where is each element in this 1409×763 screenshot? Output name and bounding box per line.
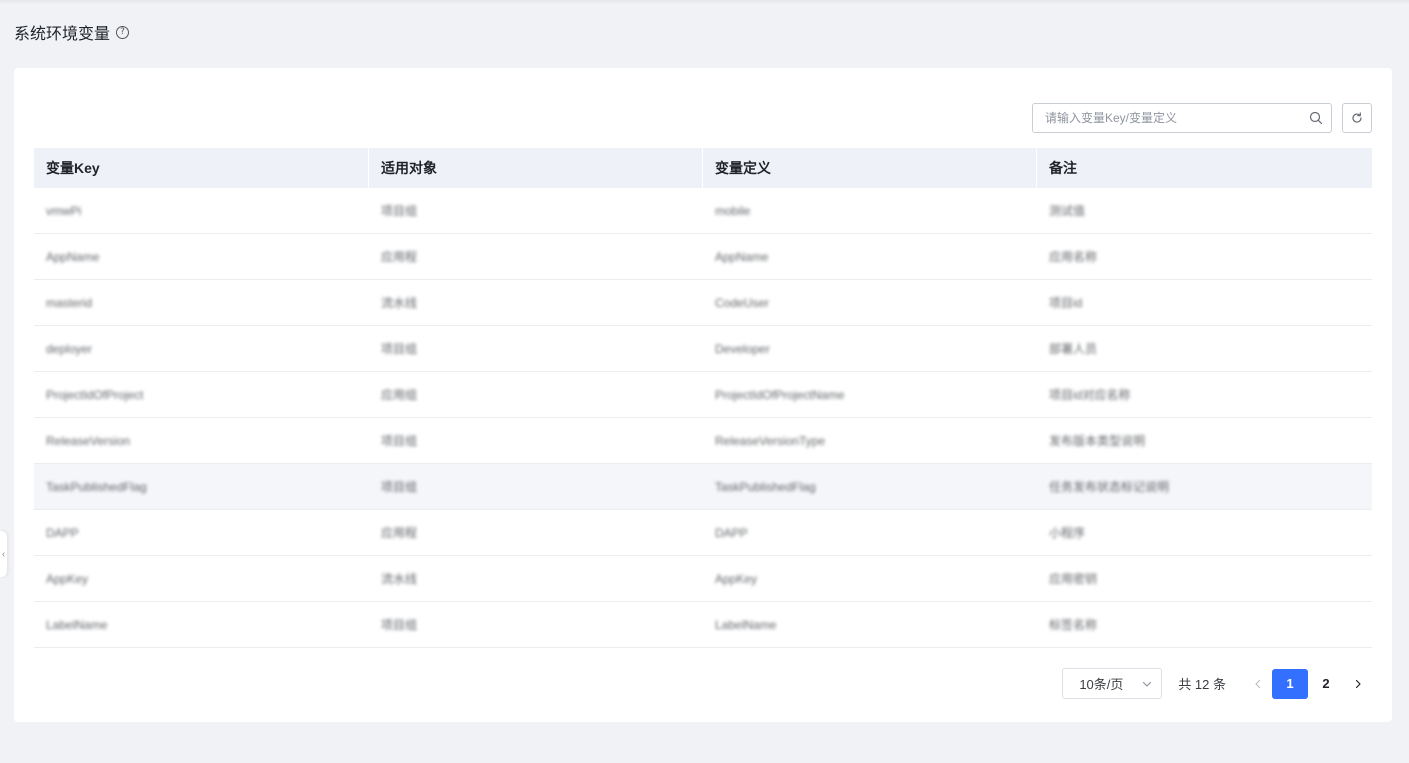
cell-target: 应用程	[381, 526, 418, 540]
cell-target: 项目组	[381, 342, 418, 356]
cell-target: 应用组	[381, 388, 418, 402]
table-body: vmwPi 项目组 mobile 测试值 AppName 应用程 AppName 应用名称 ma…	[34, 188, 1372, 648]
cell-key: AppKey	[46, 571, 89, 586]
cell-remark: 任务发布状态标记说明	[1049, 480, 1170, 494]
cell-remark: 标签名称	[1049, 618, 1098, 632]
chevron-left-icon	[1255, 679, 1261, 688]
pagination: 10条/页 共 12 条 1 2	[1062, 668, 1372, 699]
cell-definition: DAPP	[715, 525, 748, 540]
cell-remark: 测试值	[1049, 204, 1086, 218]
cell-remark: 部署人员	[1049, 342, 1098, 356]
page-button-1[interactable]: 1	[1272, 668, 1308, 699]
cell-key: AppName	[46, 249, 100, 264]
table-row[interactable]: LabelName 项目组 LabelName 标签名称	[34, 602, 1372, 648]
cell-key: DAPP	[46, 525, 79, 540]
cell-target: 项目组	[381, 480, 418, 494]
table-row[interactable]: deployer 项目组 Developer 部署人员	[34, 326, 1372, 372]
cell-key: masterid	[46, 295, 93, 310]
cell-key: deployer	[46, 341, 93, 356]
cell-target: 项目组	[381, 204, 418, 218]
table-header: 变量Key 适用对象 变量定义 备注	[34, 148, 1372, 188]
cell-remark: 项目id对应名称	[1049, 388, 1131, 402]
cell-remark: 应用名称	[1049, 250, 1098, 264]
table-row[interactable]: TaskPublishedFlag 项目组 TaskPublishedFlag 任务发…	[34, 464, 1372, 510]
chevron-down-icon	[1143, 681, 1152, 687]
env-variable-table: 变量Key 适用对象 变量定义 备注 vmwPi 项目组 mobile 测试值 AppN…	[34, 148, 1372, 648]
page-header: 系统环境变量 ?	[14, 21, 130, 43]
table-row[interactable]: ProjectIdOfProject 应用组 ProjectIdOfProjectN…	[34, 372, 1372, 418]
cell-remark: 项目id	[1049, 296, 1083, 310]
question-circle-icon[interactable]: ?	[116, 25, 130, 39]
column-header-key: 变量Key	[34, 148, 369, 188]
content-card: 变量Key 适用对象 变量定义 备注 vmwPi 项目组 mobile 测试值 AppN…	[14, 68, 1392, 722]
cell-target: 流水线	[381, 296, 418, 310]
cell-key: ProjectIdOfProject	[46, 387, 144, 402]
table-row[interactable]: AppKey 流水线 AppKey 应用密钥	[34, 556, 1372, 602]
cell-remark: 应用密钥	[1049, 572, 1098, 586]
page-button-2[interactable]: 2	[1308, 669, 1344, 699]
toolbar	[1032, 103, 1372, 133]
search-input[interactable]	[1045, 111, 1309, 125]
table-row[interactable]: vmwPi 项目组 mobile 测试值	[34, 188, 1372, 234]
cell-key: TaskPublishedFlag	[46, 479, 147, 494]
column-header-remark: 备注	[1049, 160, 1077, 176]
cell-target: 项目组	[381, 618, 418, 632]
table-row[interactable]: ReleaseVersion 项目组 ReleaseVersionType 发布版本类…	[34, 418, 1372, 464]
table-row[interactable]: AppName 应用程 AppName 应用名称	[34, 234, 1372, 280]
cell-target: 流水线	[381, 572, 418, 586]
cell-remark: 发布版本类型说明	[1049, 434, 1146, 448]
cell-target: 应用程	[381, 250, 418, 264]
page-size-label: 10条/页	[1079, 677, 1124, 692]
total-count: 共 12 条	[1178, 677, 1226, 692]
cell-key: vmwPi	[46, 203, 82, 218]
cell-definition: TaskPublishedFlag	[715, 479, 816, 494]
cell-definition: LabelName	[715, 617, 777, 632]
sidebar-collapse-handle[interactable]: ‹	[0, 531, 7, 577]
cell-definition: ReleaseVersionType	[715, 433, 826, 448]
cell-key: ReleaseVersion	[46, 433, 131, 448]
prev-page-button[interactable]	[1244, 669, 1272, 699]
table-row[interactable]: DAPP 应用程 DAPP 小程序	[34, 510, 1372, 556]
refresh-button[interactable]	[1342, 103, 1372, 133]
cell-definition: mobile	[715, 203, 751, 218]
chevron-right-icon	[1355, 679, 1361, 688]
chevron-left-icon: ‹	[1, 548, 6, 560]
cell-definition: AppKey	[715, 571, 758, 586]
cell-definition: ProjectIdOfProjectName	[715, 387, 845, 402]
search-box[interactable]	[1032, 103, 1332, 133]
next-page-button[interactable]	[1344, 669, 1372, 699]
cell-definition: Developer	[715, 341, 770, 356]
column-header-target: 适用对象	[369, 148, 703, 188]
page-size-select[interactable]: 10条/页	[1062, 668, 1163, 699]
search-icon[interactable]	[1309, 111, 1323, 125]
cell-definition: CodeUser	[715, 295, 770, 310]
column-header-definition: 变量定义	[703, 148, 1037, 188]
cell-definition: AppName	[715, 249, 769, 264]
cell-key: LabelName	[46, 617, 108, 632]
table-row[interactable]: masterid 流水线 CodeUser 项目id	[34, 280, 1372, 326]
cell-remark: 小程序	[1049, 526, 1086, 540]
cell-target: 项目组	[381, 434, 418, 448]
top-shadow	[0, 0, 1409, 4]
refresh-icon	[1352, 112, 1362, 123]
page-title: 系统环境变量	[14, 26, 111, 43]
